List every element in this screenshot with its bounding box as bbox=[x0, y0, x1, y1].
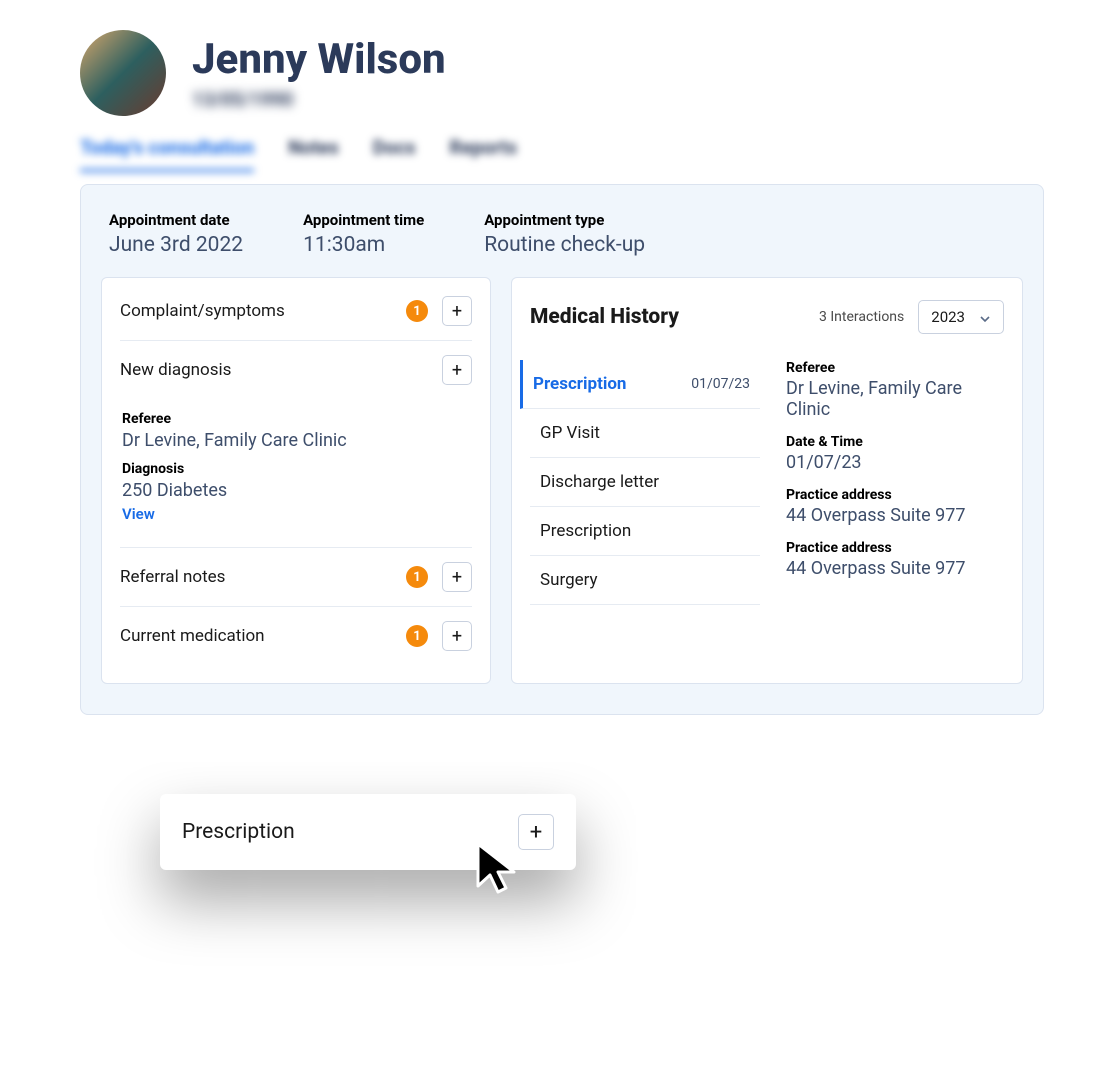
tab-docs[interactable]: Docs bbox=[373, 136, 416, 172]
medical-history-card: Medical History 3 Interactions 2023 Pres… bbox=[511, 277, 1023, 684]
chevron-down-icon bbox=[979, 311, 991, 323]
appointment-row: Appointment date June 3rd 2022 Appointme… bbox=[101, 205, 1023, 277]
hd-address1-label: Practice address bbox=[786, 487, 1004, 503]
current-medication-count-badge: 1 bbox=[406, 625, 428, 647]
tabs: Today's consultation Notes Docs Reports bbox=[0, 136, 1104, 172]
hd-referee-label: Referee bbox=[786, 360, 1004, 376]
referee-label: Referee bbox=[122, 411, 472, 427]
tab-notes[interactable]: Notes bbox=[288, 136, 339, 172]
history-item-surgery[interactable]: Surgery bbox=[530, 556, 760, 605]
history-item-date: 01/07/23 bbox=[691, 376, 750, 392]
history-item-label: Prescription bbox=[533, 374, 626, 394]
referral-notes-count-badge: 1 bbox=[406, 566, 428, 588]
diagnosis-value: 250 Diabetes bbox=[122, 480, 472, 501]
hd-datetime-label: Date & Time bbox=[786, 434, 1004, 450]
consultation-panel: Appointment date June 3rd 2022 Appointme… bbox=[80, 184, 1044, 715]
diagnosis-view-link[interactable]: View bbox=[122, 505, 472, 523]
appointment-type-block: Appointment type Routine check-up bbox=[484, 211, 645, 257]
appointment-time-value: 11:30am bbox=[303, 233, 424, 257]
history-controls: 3 Interactions 2023 bbox=[819, 300, 1004, 334]
complaint-add-button[interactable]: + bbox=[442, 296, 472, 326]
history-item-label: Discharge letter bbox=[540, 472, 659, 492]
plus-icon: + bbox=[452, 626, 462, 647]
history-interactions: 3 Interactions bbox=[819, 309, 904, 325]
tab-todays-consultation[interactable]: Today's consultation bbox=[80, 136, 254, 172]
plus-icon: + bbox=[452, 567, 462, 588]
history-item-label: Prescription bbox=[540, 521, 631, 541]
hd-address2-value: 44 Overpass Suite 977 bbox=[786, 558, 1004, 579]
history-item-prescription[interactable]: Prescription 01/07/23 bbox=[520, 360, 760, 409]
current-medication-section: Current medication 1 + bbox=[120, 607, 472, 665]
history-body: Prescription 01/07/23 GP Visit Discharge… bbox=[530, 348, 1004, 605]
complaint-count-badge: 1 bbox=[406, 300, 428, 322]
history-item-label: Surgery bbox=[540, 570, 598, 590]
plus-icon: + bbox=[452, 301, 462, 322]
appointment-time-label: Appointment time bbox=[303, 211, 424, 229]
tab-reports[interactable]: Reports bbox=[450, 136, 517, 172]
appointment-date-value: June 3rd 2022 bbox=[109, 233, 243, 257]
referral-notes-add-button[interactable]: + bbox=[442, 562, 472, 592]
consultation-card: Complaint/symptoms 1 + New diagnosis + R bbox=[101, 277, 491, 684]
appointment-type-label: Appointment type bbox=[484, 211, 645, 229]
year-select[interactable]: 2023 bbox=[918, 300, 1004, 334]
plus-icon: + bbox=[530, 820, 542, 845]
plus-icon: + bbox=[452, 360, 462, 381]
patient-dob: 13/05/1990 bbox=[192, 88, 446, 111]
year-select-value: 2023 bbox=[931, 308, 965, 326]
new-diagnosis-section: New diagnosis + bbox=[120, 341, 472, 399]
new-diagnosis-add-button[interactable]: + bbox=[442, 355, 472, 385]
referral-notes-section: Referral notes 1 + bbox=[120, 548, 472, 607]
history-item-gp-visit[interactable]: GP Visit bbox=[530, 409, 760, 458]
history-list: Prescription 01/07/23 GP Visit Discharge… bbox=[530, 360, 760, 605]
cursor-icon bbox=[470, 840, 530, 900]
history-item-label: GP Visit bbox=[540, 423, 600, 443]
hd-address1-value: 44 Overpass Suite 977 bbox=[786, 505, 1004, 526]
history-header: Medical History 3 Interactions 2023 bbox=[530, 292, 1004, 348]
referral-notes-title: Referral notes bbox=[120, 567, 225, 587]
history-title: Medical History bbox=[530, 305, 679, 329]
patient-header-text: Jenny Wilson 13/05/1990 bbox=[192, 35, 446, 111]
columns: Complaint/symptoms 1 + New diagnosis + R bbox=[101, 277, 1023, 684]
referee-value: Dr Levine, Family Care Clinic bbox=[122, 430, 472, 451]
new-diagnosis-details: Referee Dr Levine, Family Care Clinic Di… bbox=[120, 399, 472, 548]
hd-address2-label: Practice address bbox=[786, 540, 1004, 556]
patient-name: Jenny Wilson bbox=[192, 35, 446, 84]
avatar bbox=[80, 30, 166, 116]
appointment-date-block: Appointment date June 3rd 2022 bbox=[109, 211, 243, 257]
current-medication-add-button[interactable]: + bbox=[442, 621, 472, 651]
patient-header: Jenny Wilson 13/05/1990 bbox=[0, 0, 1104, 136]
hd-referee-value: Dr Levine, Family Care Clinic bbox=[786, 378, 1004, 420]
complaint-section: Complaint/symptoms 1 + bbox=[120, 292, 472, 341]
diagnosis-label: Diagnosis bbox=[122, 461, 472, 477]
new-diagnosis-title: New diagnosis bbox=[120, 360, 231, 380]
history-item-prescription-2[interactable]: Prescription bbox=[530, 507, 760, 556]
current-medication-title: Current medication bbox=[120, 626, 265, 646]
hd-datetime-value: 01/07/23 bbox=[786, 452, 1004, 473]
appointment-time-block: Appointment time 11:30am bbox=[303, 211, 424, 257]
history-detail: Referee Dr Levine, Family Care Clinic Da… bbox=[786, 360, 1004, 605]
appointment-date-label: Appointment date bbox=[109, 211, 243, 229]
appointment-type-value: Routine check-up bbox=[484, 233, 645, 257]
history-item-discharge-letter[interactable]: Discharge letter bbox=[530, 458, 760, 507]
complaint-title: Complaint/symptoms bbox=[120, 301, 285, 321]
prescription-popup-title: Prescription bbox=[182, 820, 295, 844]
